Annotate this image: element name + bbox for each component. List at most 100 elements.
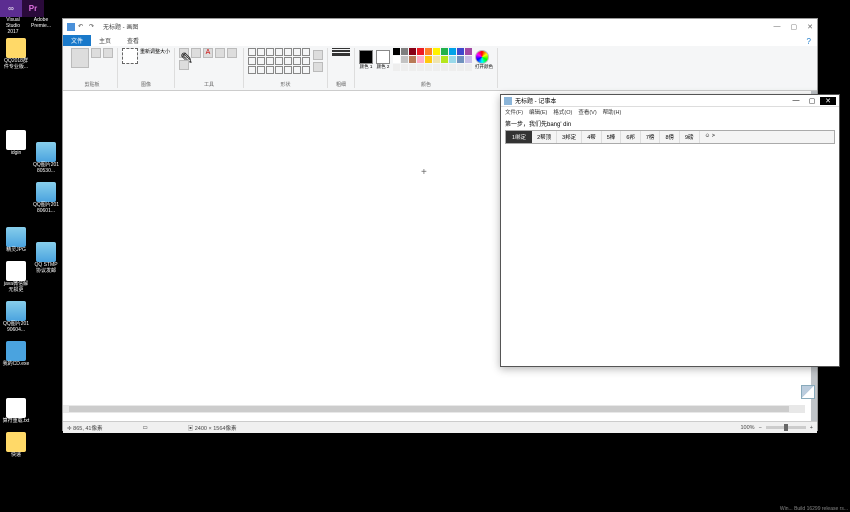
zoom-slider[interactable] xyxy=(766,426,806,429)
palette-swatch[interactable] xyxy=(417,64,424,71)
picker-tool[interactable] xyxy=(227,48,237,58)
ime-candidate[interactable]: 8傍 xyxy=(660,131,680,143)
minimize-button[interactable]: — xyxy=(774,23,781,31)
palette-swatch[interactable] xyxy=(449,48,456,55)
ime-candidate[interactable]: 7榜 xyxy=(641,131,661,143)
zoom-tool[interactable] xyxy=(179,60,189,70)
horizontal-scrollbar[interactable] xyxy=(63,405,805,413)
palette-swatch[interactable] xyxy=(425,64,432,71)
help-icon[interactable]: ? xyxy=(807,37,811,46)
premiere-taskbar-icon[interactable]: Pr xyxy=(22,0,44,17)
palette-swatch[interactable] xyxy=(409,56,416,63)
palette-swatch[interactable] xyxy=(441,48,448,55)
palette-swatch[interactable] xyxy=(393,64,400,71)
palette-swatch[interactable] xyxy=(409,64,416,71)
palette-swatch[interactable] xyxy=(449,56,456,63)
ime-candidate[interactable]: 2帮顶 xyxy=(532,131,557,143)
text-tool[interactable]: A xyxy=(203,48,213,58)
palette-swatch[interactable] xyxy=(409,48,416,55)
palette-swatch[interactable] xyxy=(433,56,440,63)
desktop-icon[interactable]: 快递 xyxy=(2,432,30,459)
ime-candidate[interactable]: 6邦 xyxy=(621,131,641,143)
cut-button[interactable] xyxy=(91,48,101,58)
palette-swatch[interactable] xyxy=(441,64,448,71)
fill-button[interactable] xyxy=(313,62,323,72)
palette-swatch[interactable] xyxy=(457,64,464,71)
palette-swatch[interactable] xyxy=(449,64,456,71)
palette-swatch[interactable] xyxy=(417,56,424,63)
paint-titlebar[interactable]: ↶ ↷ 无标题 - 画图 — ▢ ✕ xyxy=(63,19,817,34)
palette-swatch[interactable] xyxy=(441,56,448,63)
palette-swatch[interactable] xyxy=(417,48,424,55)
select-button[interactable] xyxy=(122,48,138,64)
desktop-icon[interactable]: QQ图片20180530... xyxy=(32,142,60,174)
tab-home[interactable]: 主页 xyxy=(91,35,119,46)
copy-button[interactable] xyxy=(103,48,113,58)
maximize-button[interactable]: ▢ xyxy=(791,23,798,31)
zoom-out-button[interactable]: − xyxy=(759,425,762,431)
palette-swatch[interactable] xyxy=(425,48,432,55)
paste-button[interactable] xyxy=(71,48,89,68)
menu-help[interactable]: 帮助(H) xyxy=(603,108,622,116)
group-image: 重新调整大小 图像 xyxy=(118,48,175,88)
notepad-title-text: 无标题 - 记事本 xyxy=(515,96,556,105)
group-clipboard: 剪贴板 xyxy=(67,48,118,88)
color-palette[interactable] xyxy=(393,48,472,71)
palette-swatch[interactable] xyxy=(433,48,440,55)
notepad-titlebar[interactable]: 无标题 - 记事本 — ▢ ✕ xyxy=(501,95,839,107)
desktop-icon[interactable]: idgin xyxy=(2,130,30,157)
menu-edit[interactable]: 编辑(E) xyxy=(529,108,547,116)
palette-swatch[interactable] xyxy=(401,48,408,55)
color2-button[interactable] xyxy=(376,50,390,64)
resize-grip[interactable] xyxy=(801,385,815,399)
desktop-icon[interactable]: 精灵JPG xyxy=(2,227,30,254)
desktop-icon[interactable]: QQ图片20190604... xyxy=(2,301,30,333)
tab-file[interactable]: 文件 xyxy=(63,35,91,46)
redo-icon[interactable]: ↷ xyxy=(89,23,97,31)
menu-file[interactable]: 文件(F) xyxy=(505,108,523,116)
pencil-tool[interactable]: ✎ xyxy=(179,48,189,58)
maximize-button[interactable]: ▢ xyxy=(804,97,820,105)
zoom-in-button[interactable]: + xyxy=(810,425,813,431)
close-button[interactable]: ✕ xyxy=(820,97,836,105)
close-button[interactable]: ✕ xyxy=(807,23,813,31)
eraser-tool[interactable] xyxy=(215,48,225,58)
desktop-icon[interactable]: 我的CD.exe xyxy=(2,341,30,368)
save-icon[interactable] xyxy=(67,23,75,31)
palette-swatch[interactable] xyxy=(465,64,472,71)
tab-view[interactable]: 查看 xyxy=(119,35,147,46)
notepad-textarea[interactable]: 第一步，我们先bang' din 1绑定 2帮顶 3邦定 4帮 5棒 6邦 7榜… xyxy=(501,117,839,146)
desktop-icon[interactable]: 算符重载.txt xyxy=(2,398,30,425)
ime-candidate[interactable]: 4帮 xyxy=(582,131,602,143)
ime-candidate[interactable]: 1绑定 xyxy=(506,131,532,143)
palette-swatch[interactable] xyxy=(433,64,440,71)
palette-swatch[interactable] xyxy=(393,48,400,55)
outline-button[interactable] xyxy=(313,50,323,60)
palette-swatch[interactable] xyxy=(401,64,408,71)
desktop-icon[interactable]: java微信解无损更 xyxy=(2,261,30,293)
palette-swatch[interactable] xyxy=(457,56,464,63)
ime-candidate[interactable]: 5棒 xyxy=(602,131,622,143)
desktop-icon[interactable]: QQ图片20180601... xyxy=(32,182,60,214)
desktop-icon[interactable]: QQ STMP协议发邮 xyxy=(32,242,60,274)
ime-candidate[interactable]: 9磅 xyxy=(680,131,700,143)
ime-more-button[interactable]: ☺ > xyxy=(700,131,720,143)
fill-tool[interactable] xyxy=(191,48,201,58)
desktop-icon[interactable]: QQ2018群件专业版... xyxy=(2,38,30,70)
palette-swatch[interactable] xyxy=(401,56,408,63)
vs2017-taskbar-icon[interactable]: ∞ xyxy=(0,0,22,17)
color1-button[interactable] xyxy=(359,50,373,64)
menu-view[interactable]: 查看(V) xyxy=(578,108,596,116)
edit-colors-button[interactable] xyxy=(475,50,489,64)
minimize-button[interactable]: — xyxy=(788,97,804,105)
ime-candidate[interactable]: 3邦定 xyxy=(557,131,582,143)
ime-candidate-bar[interactable]: 1绑定 2帮顶 3邦定 4帮 5棒 6邦 7榜 8傍 9磅 ☺ > xyxy=(505,130,835,144)
palette-swatch[interactable] xyxy=(465,56,472,63)
palette-swatch[interactable] xyxy=(457,48,464,55)
shapes-gallery[interactable] xyxy=(248,48,310,74)
palette-swatch[interactable] xyxy=(465,48,472,55)
palette-swatch[interactable] xyxy=(425,56,432,63)
palette-swatch[interactable] xyxy=(393,56,400,63)
undo-icon[interactable]: ↶ xyxy=(78,23,86,31)
menu-format[interactable]: 格式(O) xyxy=(553,108,572,116)
